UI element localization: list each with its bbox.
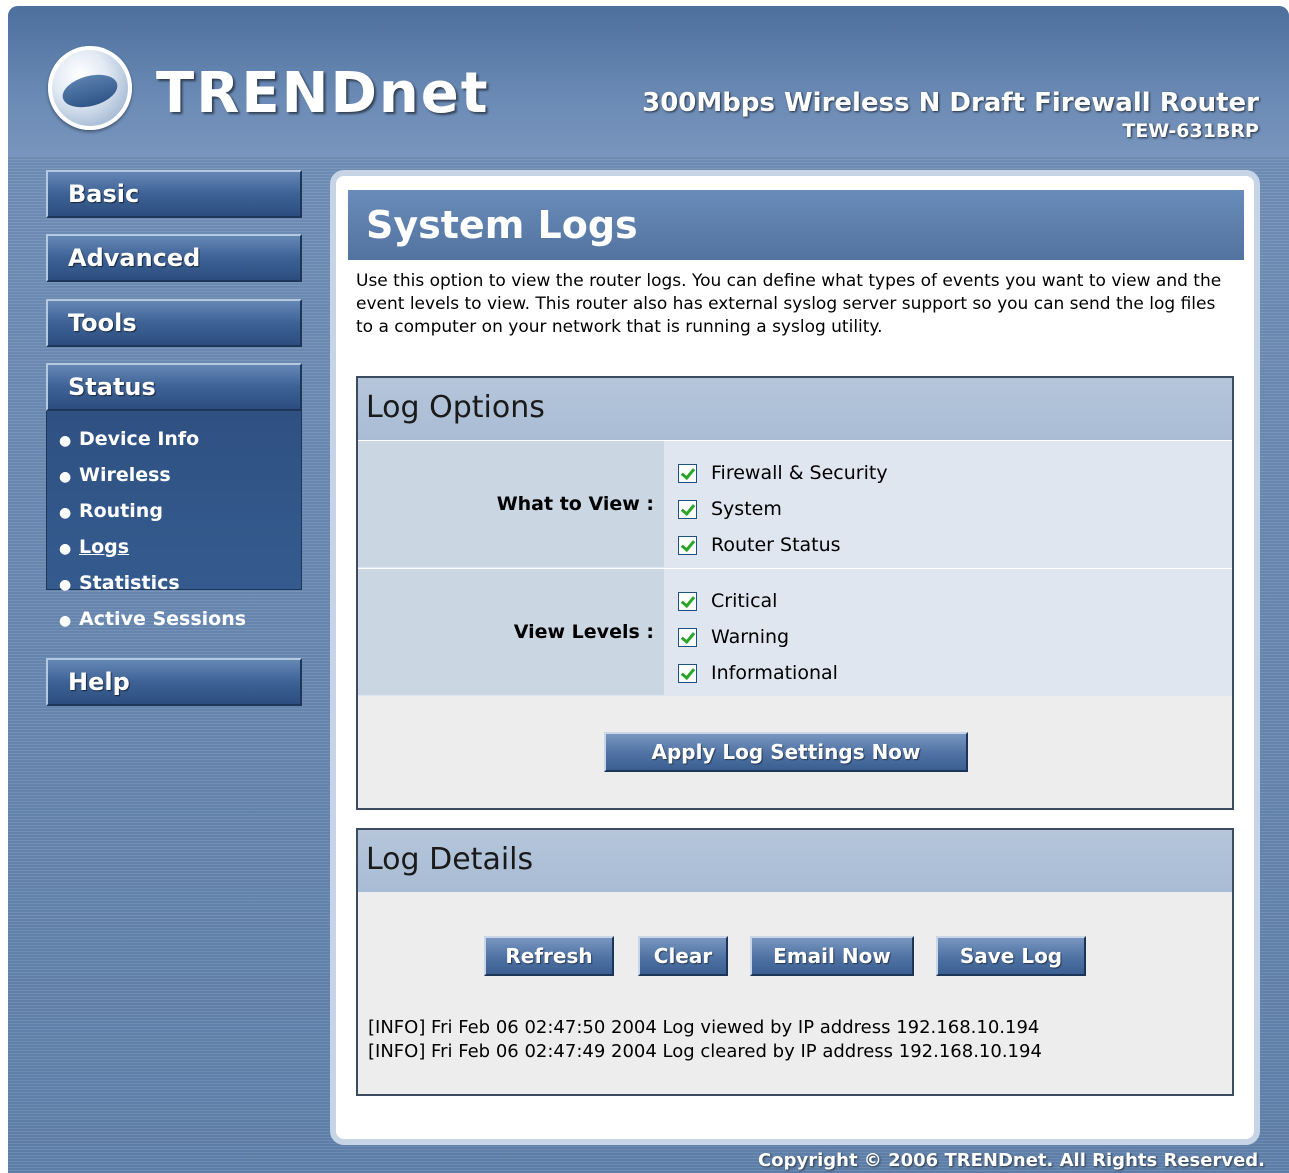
what-to-view-row: What to View : Firewall & Security Syste… (358, 440, 1232, 568)
clear-button[interactable]: Clear (638, 936, 728, 976)
what-to-view-options: Firewall & Security System Router Status (678, 455, 888, 563)
email-now-button[interactable]: Email Now (750, 936, 914, 976)
model-name: TEW-631BRP (1122, 120, 1259, 142)
critical-checkbox[interactable] (678, 591, 697, 611)
option-router-status: Router Status (678, 527, 888, 563)
header-banner: TRENDnet 300Mbps Wireless N Draft Firewa… (8, 6, 1289, 156)
router-frame: TRENDnet 300Mbps Wireless N Draft Firewa… (8, 6, 1289, 1173)
apply-area: Apply Log Settings Now (358, 696, 1232, 808)
page-title: System Logs (348, 190, 1244, 260)
log-details-section: Log Details Refresh Clear Email Now Save… (356, 828, 1234, 1096)
nav-basic-button[interactable]: Basic (46, 170, 302, 218)
firewall-security-checkbox[interactable] (678, 463, 697, 483)
sidebar-item-label: Wireless (79, 464, 171, 486)
status-submenu-panel: Status ● Device Info ● Wireless ● Routing ●… (46, 363, 302, 630)
option-firewall-security: Firewall & Security (678, 455, 888, 491)
sidebar-item-statistics[interactable]: ● Statistics (59, 567, 246, 603)
save-log-button[interactable]: Save Log (936, 936, 1086, 976)
copyright-text: Copyright © 2006 TRENDnet. All Rights Re… (758, 1150, 1265, 1171)
view-levels-options: Critical Warning Informational (678, 583, 838, 691)
view-levels-label: View Levels : (358, 569, 664, 695)
what-to-view-label: What to View : (358, 441, 664, 567)
trendnet-logo-icon (48, 46, 132, 130)
bullet-icon: ● (59, 613, 72, 629)
sidebar-item-active-sessions[interactable]: ● Active Sessions (59, 603, 246, 639)
sidebar-item-label: Active Sessions (79, 608, 247, 630)
option-critical: Critical (678, 583, 838, 619)
sidebar-item-device-info[interactable]: ● Device Info (59, 423, 246, 459)
router-status-checkbox[interactable] (678, 535, 697, 555)
sidebar-item-label: Device Info (79, 428, 200, 450)
option-informational: Informational (678, 655, 838, 691)
log-entry: [INFO] Fri Feb 06 02:47:49 2004 Log clea… (368, 1041, 1042, 1062)
sidebar-item-label: Routing (79, 500, 163, 522)
checkbox-label: Firewall & Security (711, 462, 888, 484)
checkbox-label: Router Status (711, 534, 841, 556)
log-entries: [INFO] Fri Feb 06 02:47:50 2004 Log view… (368, 1016, 1042, 1064)
bullet-icon: ● (59, 577, 72, 593)
product-name: 300Mbps Wireless N Draft Firewall Router (642, 88, 1259, 118)
status-submenu: ● Device Info ● Wireless ● Routing ● Logs ● S… (59, 423, 246, 639)
nav-help-button[interactable]: Help (46, 658, 302, 706)
informational-checkbox[interactable] (678, 663, 697, 683)
page-intro-text: Use this option to view the router logs.… (356, 271, 1222, 337)
checkbox-label: Warning (711, 626, 790, 648)
nav-advanced-button[interactable]: Advanced (46, 234, 302, 282)
checkbox-label: Critical (711, 590, 778, 612)
sidebar-item-routing[interactable]: ● Routing (59, 495, 246, 531)
nav-tools-button[interactable]: Tools (46, 299, 302, 347)
bullet-icon: ● (59, 541, 72, 557)
logo-swoosh (59, 69, 121, 113)
bullet-icon: ● (59, 469, 72, 485)
warning-checkbox[interactable] (678, 627, 697, 647)
content-panel: System Logs Use this option to view the … (330, 170, 1260, 1145)
checkbox-label: System (711, 498, 782, 520)
sidebar-item-label: Logs (79, 536, 130, 558)
log-details-heading: Log Details (358, 830, 1232, 892)
bullet-icon: ● (59, 505, 72, 521)
option-warning: Warning (678, 619, 838, 655)
system-checkbox[interactable] (678, 499, 697, 519)
brand-logo-text: TRENDnet (156, 61, 490, 126)
log-options-heading: Log Options (358, 378, 1232, 440)
view-levels-row: View Levels : Critical Warning Informati… (358, 568, 1232, 696)
log-options-section: Log Options What to View : Firewall & Se… (356, 376, 1234, 810)
sidebar-item-logs[interactable]: ● Logs (59, 531, 246, 567)
refresh-button[interactable]: Refresh (484, 936, 614, 976)
bullet-icon: ● (59, 433, 72, 449)
nav-status-button[interactable]: Status (46, 363, 302, 411)
sidebar-item-label: Statistics (79, 572, 180, 594)
sidebar-item-wireless[interactable]: ● Wireless (59, 459, 246, 495)
apply-log-settings-button[interactable]: Apply Log Settings Now (604, 732, 968, 772)
checkbox-label: Informational (711, 662, 838, 684)
log-entry: [INFO] Fri Feb 06 02:47:50 2004 Log view… (368, 1017, 1040, 1038)
option-system: System (678, 491, 888, 527)
